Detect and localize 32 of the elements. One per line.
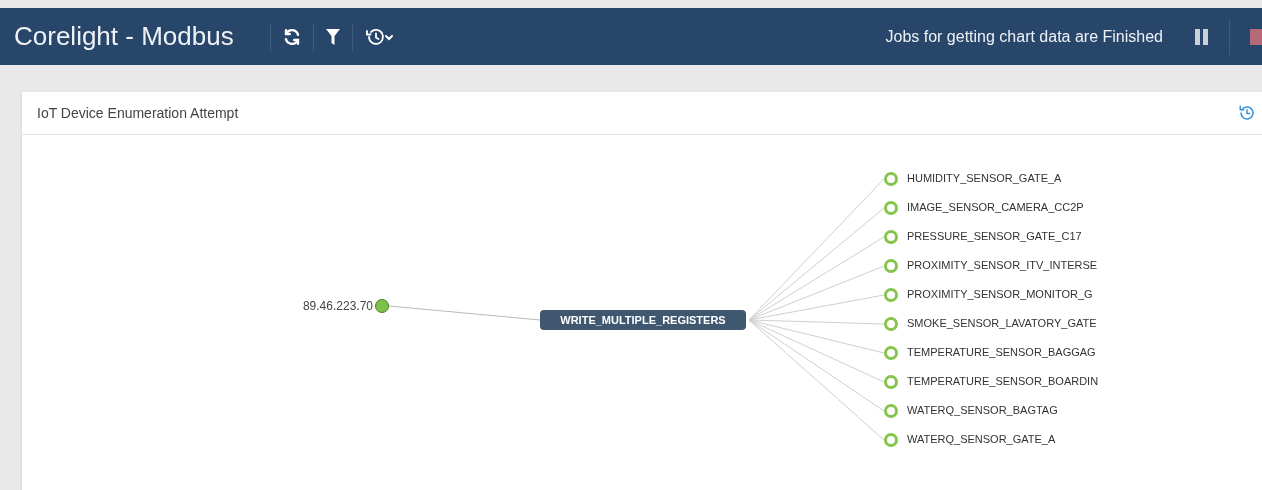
- node-label: IMAGE_SENSOR_CAMERA_CC2P: [907, 202, 1084, 213]
- node-label: PROXIMITY_SENSOR_ITV_INTERSE: [907, 260, 1098, 271]
- target-node[interactable]: [884, 346, 898, 360]
- node-label: WATERQ_SENSOR_BAGTAG: [907, 405, 1058, 416]
- node-label: 89.46.223.70: [302, 300, 373, 312]
- stop-icon[interactable]: [1250, 28, 1262, 45]
- target-node[interactable]: [884, 404, 898, 418]
- node-label: SMOKE_SENSOR_LAVATORY_GATE: [907, 318, 1097, 329]
- refresh-icon[interactable]: [282, 27, 301, 46]
- filter-icon[interactable]: [325, 28, 340, 45]
- target-node[interactable]: [884, 172, 898, 186]
- action-node[interactable]: WRITE_MULTIPLE_REGISTERS: [540, 310, 746, 330]
- node-label: HUMIDITY_SENSOR_GATE_A: [907, 173, 1062, 184]
- target-node[interactable]: [884, 230, 898, 244]
- card-title: IoT Device Enumeration Attempt: [37, 103, 239, 123]
- app-title: Corelight - Modbus: [14, 20, 234, 53]
- target-node[interactable]: [884, 259, 898, 273]
- source-node[interactable]: [375, 299, 389, 313]
- status-message: Jobs for getting chart data are Finished: [885, 26, 1163, 47]
- node-label: TEMPERATURE_SENSOR_BOARDIN: [907, 376, 1099, 387]
- target-node[interactable]: [884, 433, 898, 447]
- target-node[interactable]: [884, 288, 898, 302]
- history-icon[interactable]: [1238, 104, 1257, 122]
- history-dropdown-icon[interactable]: [364, 27, 395, 46]
- target-node[interactable]: [884, 201, 898, 215]
- node-label: PROXIMITY_SENSOR_MONITOR_G: [907, 289, 1093, 300]
- node-label: TEMPERATURE_SENSOR_BAGGAG: [907, 347, 1096, 358]
- target-node[interactable]: [884, 317, 898, 331]
- node-label: PRESSURE_SENSOR_GATE_C17: [907, 231, 1082, 242]
- target-node[interactable]: [884, 375, 898, 389]
- node-label: WATERQ_SENSOR_GATE_A: [907, 434, 1056, 445]
- pause-icon[interactable]: [1195, 28, 1209, 45]
